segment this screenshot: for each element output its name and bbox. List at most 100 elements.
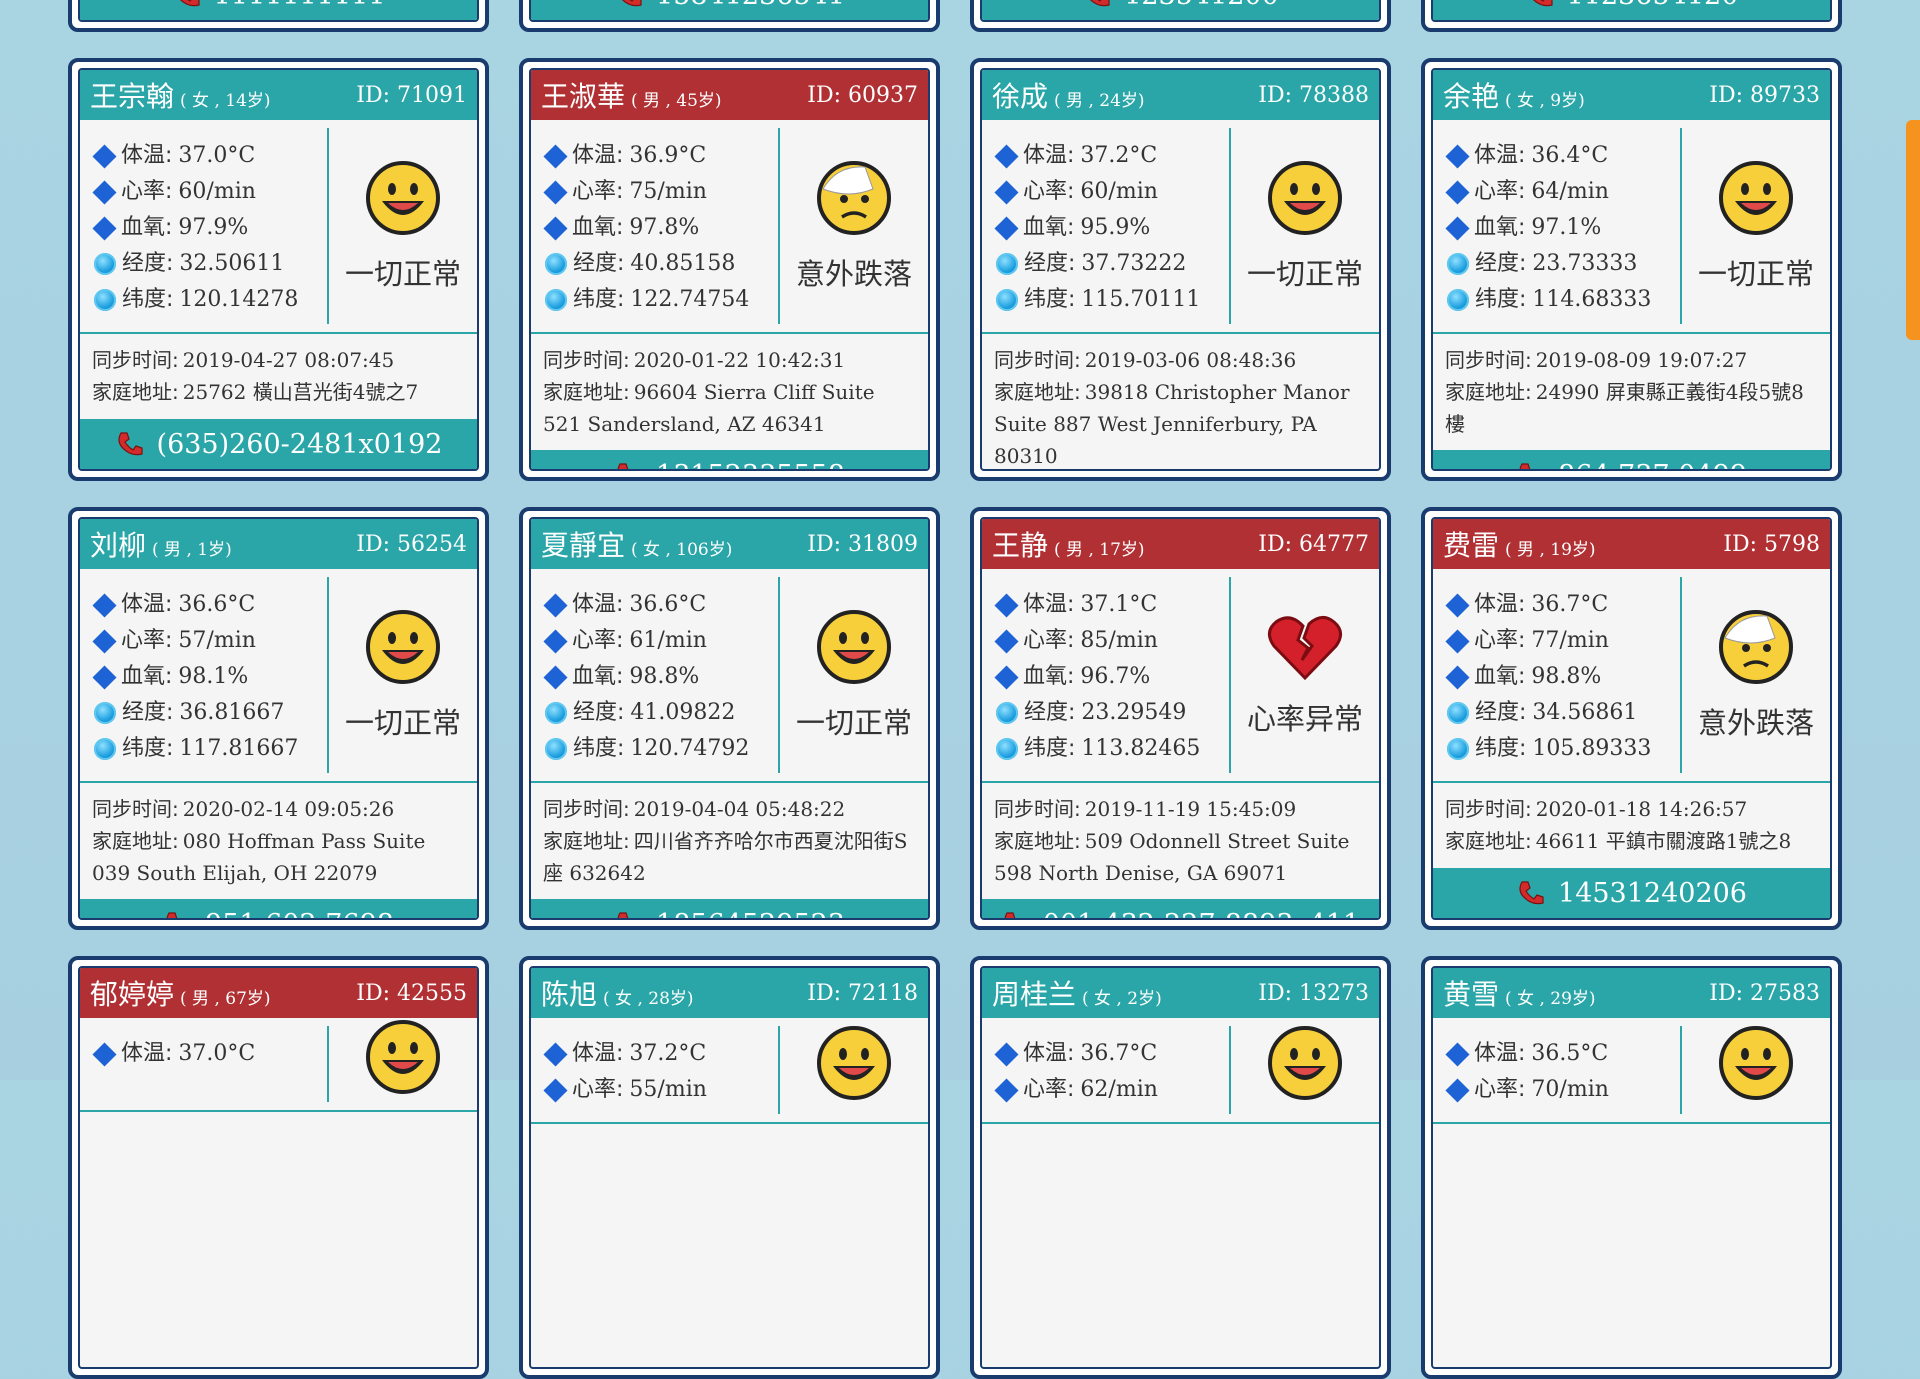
- diamond-icon: [92, 143, 117, 169]
- info-section: 同步时间: 2019-04-27 08:07:45 家庭地址: 25762 橫山莒光街…: [80, 334, 477, 419]
- diamond-icon: [994, 215, 1019, 241]
- phone-bar[interactable]: 864.737.0499: [1433, 450, 1830, 469]
- home-address: 家庭地址: 25762 橫山莒光街4號之7: [92, 376, 465, 408]
- phone-icon: [1519, 463, 1531, 469]
- smile-icon: [1268, 161, 1342, 235]
- patient-card[interactable]: 王静( 男 , 17岁) ID: 64777 体温: 37.1°C 心率: 85/min 血…: [970, 507, 1391, 930]
- patient-card[interactable]: 陈旭( 女 , 28岁) ID: 72118 体温: 37.2°C 心率: 55/min: [519, 956, 940, 1379]
- patient-card[interactable]: 1111111111: [68, 0, 489, 32]
- vital-label: 心率:: [572, 1077, 624, 1102]
- vital-value: 122.74754: [630, 287, 750, 312]
- vital-lng: 经度: 32.50611: [92, 246, 327, 282]
- patient-gender-age: ( 男 , 1岁): [152, 540, 232, 560]
- vital-value: 95.9%: [1080, 215, 1151, 240]
- status-indicator: 意外跌落: [1682, 569, 1830, 781]
- globe-icon: [94, 253, 116, 275]
- vital-temp: 体温: 36.9°C: [543, 138, 778, 174]
- home-address: 家庭地址: 080 Hoffman Pass Suite 039 South El…: [92, 825, 465, 889]
- status-indicator: 一切正常: [780, 569, 928, 781]
- vital-spo2: 血氧: 98.8%: [1445, 659, 1680, 695]
- phone-bar[interactable]: 001-432-227-8893x411: [982, 899, 1379, 918]
- phone-bar[interactable]: 13152335558: [531, 450, 928, 469]
- card-inner: 王静( 男 , 17岁) ID: 64777 体温: 37.1°C 心率: 85/min 血…: [980, 517, 1381, 920]
- globe-icon: [94, 702, 116, 724]
- vital-label: 纬度:: [1475, 287, 1527, 312]
- vital-temp: 体温: 37.0°C: [92, 138, 327, 174]
- phone-number: 18564529523: [656, 909, 845, 919]
- phone-bar[interactable]: 15841236541: [531, 0, 928, 20]
- vital-spo2: 血氧: 98.1%: [92, 659, 327, 695]
- vitals-list: 体温: 37.0°C: [80, 1026, 329, 1102]
- patient-name: 郁婷婷: [90, 978, 175, 1011]
- patient-card[interactable]: 郁婷婷( 男 , 67岁) ID: 42555 体温: 37.0°C: [68, 956, 489, 1379]
- card-inner: 徐成( 男 , 24岁) ID: 78388 体温: 37.2°C 心率: 60/min 血…: [980, 68, 1381, 471]
- vital-value: 60/min: [178, 179, 256, 204]
- patient-card[interactable]: 123541200: [970, 0, 1391, 32]
- patient-gender-age: ( 女 , 9岁): [1505, 91, 1585, 111]
- globe-icon: [996, 289, 1018, 311]
- patient-identity: 刘柳( 男 , 1岁): [90, 524, 232, 564]
- patient-card[interactable]: 费雷( 男 , 19岁) ID: 5798 体温: 36.7°C 心率: 77/min 血氧…: [1421, 507, 1842, 930]
- vitals-section: 体温: 37.1°C 心率: 85/min 血氧: 96.7% 经度: 23.29549 纬度:…: [982, 569, 1379, 783]
- diamond-icon: [92, 215, 117, 241]
- vitals-list: 体温: 36.7°C 心率: 62/min: [982, 1026, 1231, 1114]
- globe-icon: [1447, 253, 1469, 275]
- patient-card[interactable]: 1123654120: [1421, 0, 1842, 32]
- phone-bar[interactable]: 1111111111: [80, 0, 477, 20]
- patient-card[interactable]: 刘柳( 男 , 1岁) ID: 56254 体温: 36.6°C 心率: 57/min 血氧…: [68, 507, 489, 930]
- diamond-icon: [92, 664, 117, 690]
- status-label: 一切正常: [795, 706, 912, 740]
- vital-temp: 体温: 37.2°C: [543, 1036, 778, 1072]
- smile-icon: [1719, 161, 1793, 235]
- vitals-list: 体温: 37.0°C 心率: 60/min 血氧: 97.9% 经度: 32.50611 纬度:…: [80, 128, 329, 324]
- vital-value: 114.68333: [1532, 287, 1652, 312]
- patient-name: 王宗翰: [90, 80, 175, 113]
- vital-lng: 经度: 40.85158: [543, 246, 778, 282]
- globe-icon: [94, 289, 116, 311]
- vital-label: 体温:: [572, 592, 624, 617]
- patient-gender-age: ( 男 , 19岁): [1505, 540, 1596, 560]
- vital-value: 37.2°C: [629, 1041, 707, 1066]
- info-section: 同步时间: 2019-11-19 15:45:09 家庭地址: 509 Odonnel…: [982, 783, 1379, 899]
- patient-card[interactable]: 周桂兰( 女 , 2岁) ID: 13273 体温: 36.7°C 心率: 62/min: [970, 956, 1391, 1379]
- diamond-icon: [1445, 664, 1470, 690]
- patient-card[interactable]: 余艳( 女 , 9岁) ID: 89733 体温: 36.4°C 心率: 64/min 血氧…: [1421, 58, 1842, 481]
- patient-card[interactable]: 夏靜宜( 女 , 106岁) ID: 31809 体温: 36.6°C 心率: 61/mi…: [519, 507, 940, 930]
- vitals-section: 体温: 36.6°C 心率: 61/min 血氧: 98.8% 经度: 41.09822 纬度:…: [531, 569, 928, 783]
- sync-value: 2020-01-18 14:26:57: [1535, 797, 1748, 821]
- smile-icon: [1268, 1026, 1342, 1100]
- vital-label: 纬度:: [1024, 736, 1076, 761]
- vital-lat: 纬度: 115.70111: [994, 282, 1229, 318]
- vitals-list: 体温: 36.6°C 心率: 61/min 血氧: 98.8% 经度: 41.09822 纬度:…: [531, 577, 780, 773]
- phone-bar[interactable]: (635)260-2481x0192: [80, 419, 477, 469]
- phone-number: 15841236541: [656, 0, 845, 11]
- phone-bar[interactable]: 1123654120: [1433, 0, 1830, 20]
- patient-card[interactable]: 王淑華( 男 , 45岁) ID: 60937 体温: 36.9°C 心率: 75/min…: [519, 58, 940, 481]
- vital-label: 血氧:: [1474, 664, 1526, 689]
- vital-value: 37.0°C: [178, 1041, 256, 1066]
- scrollbar-thumb[interactable]: [1906, 120, 1920, 340]
- vital-label: 心率:: [1023, 1077, 1075, 1102]
- patient-card[interactable]: 黄雪( 女 , 29岁) ID: 27583 体温: 36.5°C 心率: 70/min: [1421, 956, 1842, 1379]
- vital-value: 36.7°C: [1531, 592, 1609, 617]
- phone-bar[interactable]: 951.602.7698: [80, 899, 477, 918]
- vital-value: 120.14278: [179, 287, 299, 312]
- patient-card-grid: 1111111111 15841236541 123541200 1123654120…: [68, 0, 1842, 1379]
- patient-name: 陈旭: [541, 978, 598, 1011]
- vital-label: 体温:: [121, 143, 173, 168]
- vitals-list: 体温: 37.1°C 心率: 85/min 血氧: 96.7% 经度: 23.29549 纬度:…: [982, 577, 1231, 773]
- diamond-icon: [92, 628, 117, 654]
- patient-name: 刘柳: [90, 529, 147, 562]
- globe-icon: [1447, 702, 1469, 724]
- phone-bar[interactable]: 123541200: [982, 0, 1379, 20]
- phone-icon: [1004, 912, 1016, 918]
- patient-card[interactable]: 王宗翰( 女 , 14岁) ID: 71091 体温: 37.0°C 心率: 60/min…: [68, 58, 489, 481]
- globe-icon: [545, 738, 567, 760]
- info-section: [1433, 1124, 1830, 1367]
- patient-card[interactable]: 15841236541: [519, 0, 940, 32]
- vital-label: 心率:: [1474, 1077, 1526, 1102]
- phone-icon: [117, 432, 143, 456]
- phone-bar[interactable]: 18564529523: [531, 899, 928, 919]
- patient-card[interactable]: 徐成( 男 , 24岁) ID: 78388 体温: 37.2°C 心率: 60/min 血…: [970, 58, 1391, 481]
- phone-bar[interactable]: 14531240206: [1433, 868, 1830, 918]
